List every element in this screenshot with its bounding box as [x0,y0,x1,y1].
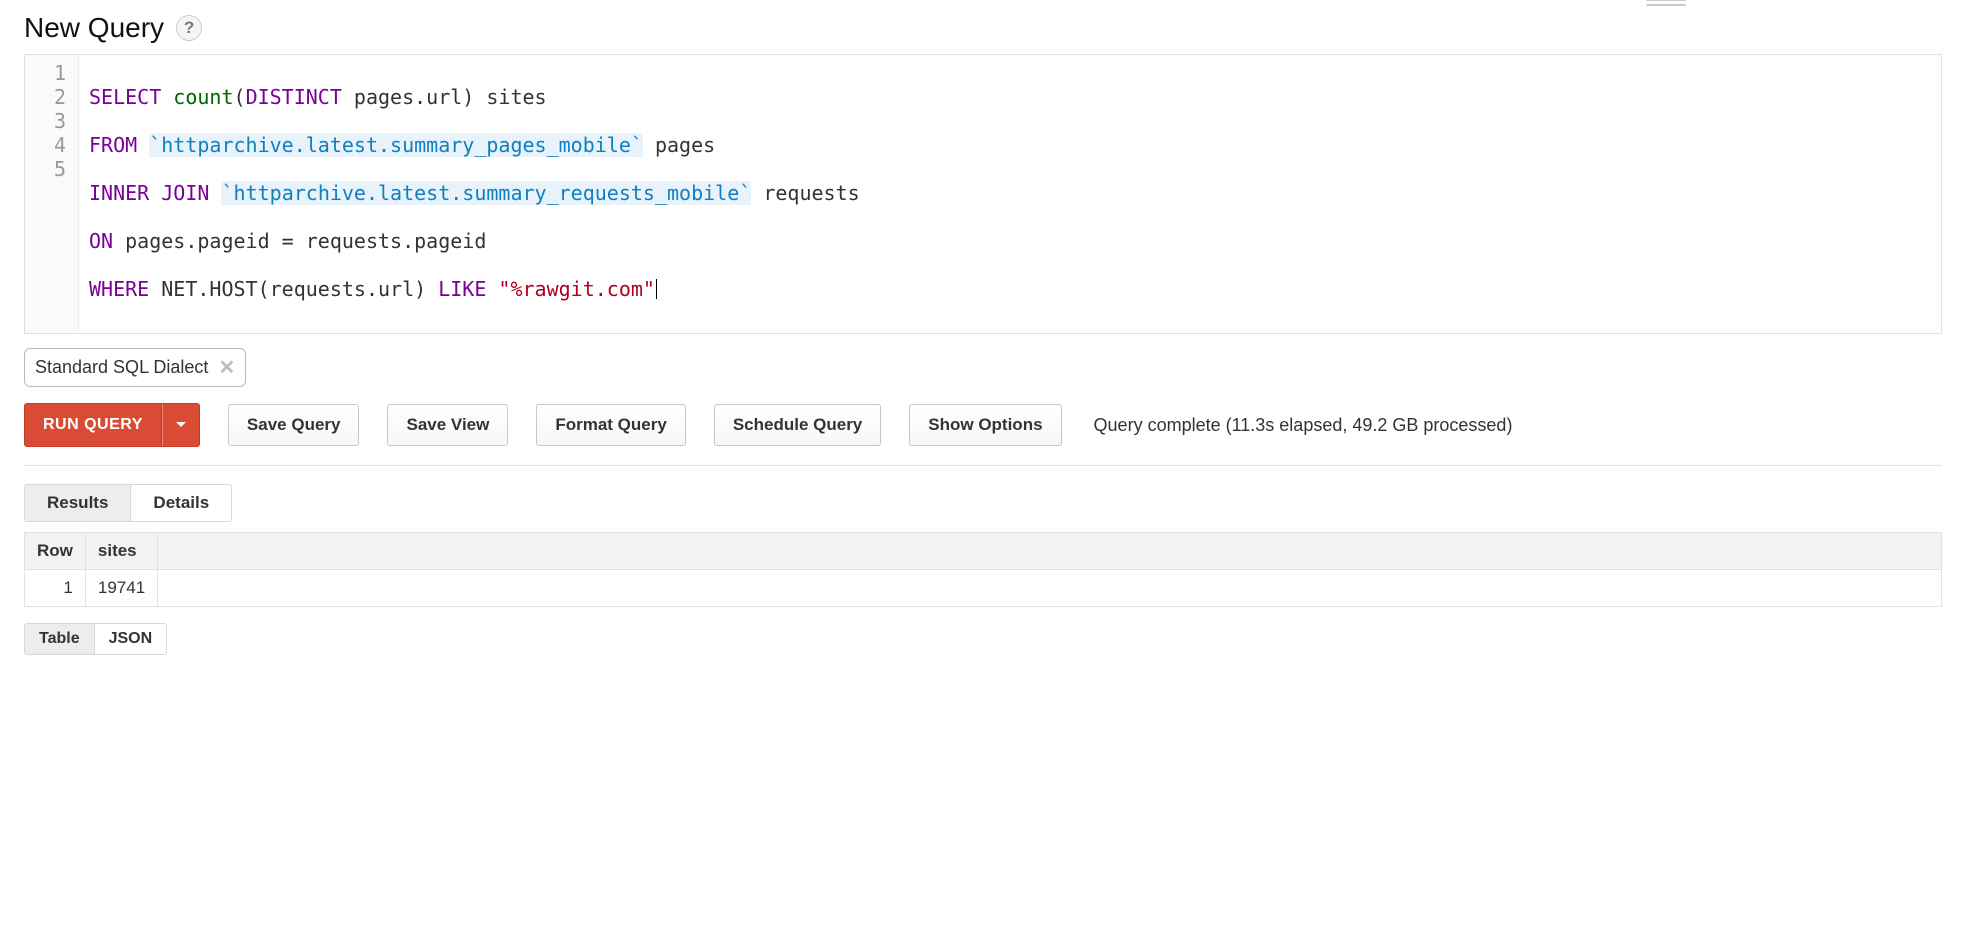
help-icon[interactable]: ? [176,15,202,41]
editor-gutter: 1 2 3 4 5 [25,55,79,333]
kw-where: WHERE [89,277,149,301]
line-number: 1 [37,61,66,85]
run-query-dropdown[interactable] [162,403,200,447]
kw-like: LIKE [438,277,486,301]
code-text: pages.url) sites [342,85,547,109]
col-empty [158,533,1942,570]
result-tabs: Results Details [24,484,232,522]
toolbar: RUN QUERY Save Query Save View Format Qu… [24,403,1942,447]
code-text: pages.pageid = requests.pageid [113,229,486,253]
kw-select: SELECT [89,85,161,109]
line-number: 5 [37,157,66,181]
result-view-toggle: Table JSON [24,623,167,655]
format-query-button[interactable]: Format Query [536,404,685,446]
tab-results[interactable]: Results [25,485,130,521]
sql-editor[interactable]: 1 2 3 4 5 SELECT count(DISTINCT pages.ur… [24,54,1942,334]
run-query-button[interactable]: RUN QUERY [24,403,162,447]
save-view-button[interactable]: Save View [387,404,508,446]
code-text: requests [751,181,859,205]
drag-handle-icon[interactable] [1646,0,1686,6]
line-number: 3 [37,109,66,133]
line-number: 4 [37,133,66,157]
run-query-group: RUN QUERY [24,403,200,447]
table-name: `httparchive.latest.summary_requests_mob… [221,181,751,205]
chip-label: Standard SQL Dialect [35,357,208,378]
code-text: NET.HOST(requests.url) [149,277,438,301]
cell-empty [158,570,1942,607]
col-row: Row [25,533,86,570]
view-json[interactable]: JSON [94,624,167,654]
schedule-query-button[interactable]: Schedule Query [714,404,881,446]
sql-dialect-chip: Standard SQL Dialect ✕ [24,348,246,387]
kw-inner: INNER [89,181,149,205]
query-status: Query complete (11.3s elapsed, 49.2 GB p… [1094,415,1513,436]
paren: ( [234,85,246,109]
save-query-button[interactable]: Save Query [228,404,360,446]
close-icon[interactable]: ✕ [218,355,235,380]
table-header-row: Row sites [25,533,1942,570]
page-title: New Query [24,12,164,44]
col-sites: sites [85,533,157,570]
code-text [486,277,498,301]
fn-count: count [173,85,233,109]
tab-details[interactable]: Details [130,485,231,521]
pane-divider [24,465,1942,466]
kw-on: ON [89,229,113,253]
text-cursor [656,279,657,299]
show-options-button[interactable]: Show Options [909,404,1061,446]
cell-sites: 19741 [85,570,157,607]
string-literal: "%rawgit.com" [498,277,655,301]
chevron-down-icon [175,421,187,429]
line-number: 2 [37,85,66,109]
table-name: `httparchive.latest.summary_pages_mobile… [149,133,643,157]
view-table[interactable]: Table [25,624,94,654]
results-table: Row sites 1 19741 [24,532,1942,607]
editor-content[interactable]: SELECT count(DISTINCT pages.url) sites F… [79,55,1941,333]
kw-distinct: DISTINCT [246,85,342,109]
table-row: 1 19741 [25,570,1942,607]
cell-row: 1 [25,570,86,607]
kw-from: FROM [89,133,137,157]
code-text: pages [643,133,715,157]
kw-join: JOIN [161,181,209,205]
